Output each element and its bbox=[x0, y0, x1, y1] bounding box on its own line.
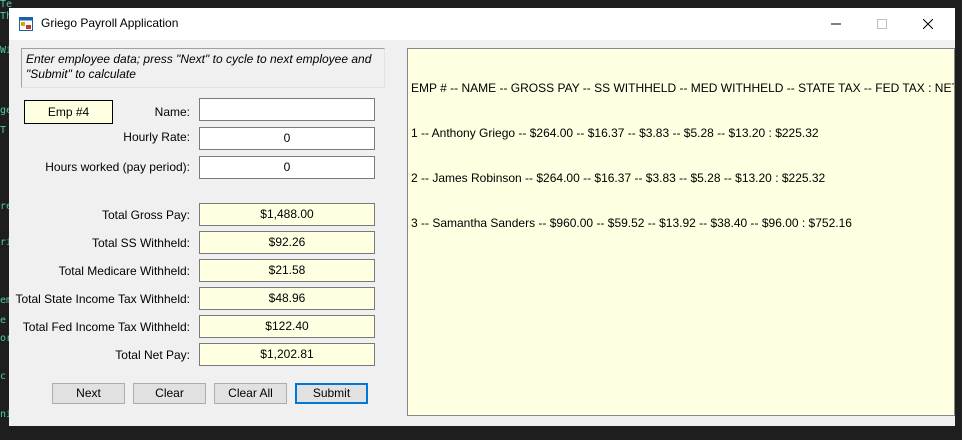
total-net-pay-value: $1,202.81 bbox=[199, 343, 375, 366]
total-gross-pay-value: $1,488.00 bbox=[199, 203, 375, 226]
total-fed-tax-value: $122.40 bbox=[199, 315, 375, 338]
instructions-text: Enter employee data; press "Next" to cyc… bbox=[21, 48, 385, 88]
clear-all-button[interactable]: Clear All bbox=[214, 383, 287, 404]
app-form-icon bbox=[19, 17, 33, 31]
total-medicare-value: $21.58 bbox=[199, 259, 375, 282]
minimize-icon bbox=[831, 23, 841, 25]
total-state-tax-label: Total State Income Tax Withheld: bbox=[15, 292, 190, 306]
hours-worked-label: Hours worked (pay period): bbox=[45, 160, 190, 174]
total-medicare-label: Total Medicare Withheld: bbox=[58, 264, 190, 278]
clear-button[interactable]: Clear bbox=[133, 383, 206, 404]
hourly-rate-label: Hourly Rate: bbox=[123, 130, 190, 144]
title-bar[interactable]: Griego Payroll Application bbox=[9, 8, 955, 40]
total-gross-pay-label: Total Gross Pay: bbox=[101, 208, 190, 222]
total-fed-tax-label: Total Fed Income Tax Withheld: bbox=[22, 320, 190, 334]
output-row: 1 -- Anthony Griego -- $264.00 -- $16.37… bbox=[411, 126, 819, 140]
output-row: 2 -- James Robinson -- $264.00 -- $16.37… bbox=[411, 171, 826, 185]
output-row: 3 -- Samantha Sanders -- $960.00 -- $59.… bbox=[411, 216, 852, 230]
close-button[interactable] bbox=[905, 8, 951, 40]
close-icon bbox=[923, 19, 933, 29]
name-input[interactable] bbox=[199, 98, 375, 121]
payroll-output-textbox[interactable]: EMP # -- NAME -- GROSS PAY -- SS WITHHEL… bbox=[407, 48, 955, 416]
minimize-button[interactable] bbox=[813, 8, 859, 40]
total-net-pay-label: Total Net Pay: bbox=[115, 348, 190, 362]
payroll-window: Griego Payroll Application Enter employe… bbox=[9, 8, 955, 426]
output-header: EMP # -- NAME -- GROSS PAY -- SS WITHHEL… bbox=[411, 81, 955, 95]
submit-button[interactable]: Submit bbox=[295, 383, 368, 404]
maximize-button[interactable] bbox=[859, 8, 905, 40]
total-ss-withheld-label: Total SS Withheld: bbox=[91, 236, 190, 250]
total-ss-withheld-value: $92.26 bbox=[199, 231, 375, 254]
code-fragment: e bbox=[0, 315, 7, 326]
name-label: Name: bbox=[154, 105, 190, 119]
next-button[interactable]: Next bbox=[52, 383, 125, 404]
maximize-icon bbox=[877, 19, 887, 29]
hours-worked-input[interactable]: 0 bbox=[199, 156, 375, 179]
hourly-rate-input[interactable]: 0 bbox=[199, 127, 375, 150]
total-state-tax-value: $48.96 bbox=[199, 287, 375, 310]
window-title: Griego Payroll Application bbox=[41, 16, 179, 30]
code-fragment: c bbox=[0, 371, 7, 382]
code-fragment: T bbox=[0, 125, 7, 136]
